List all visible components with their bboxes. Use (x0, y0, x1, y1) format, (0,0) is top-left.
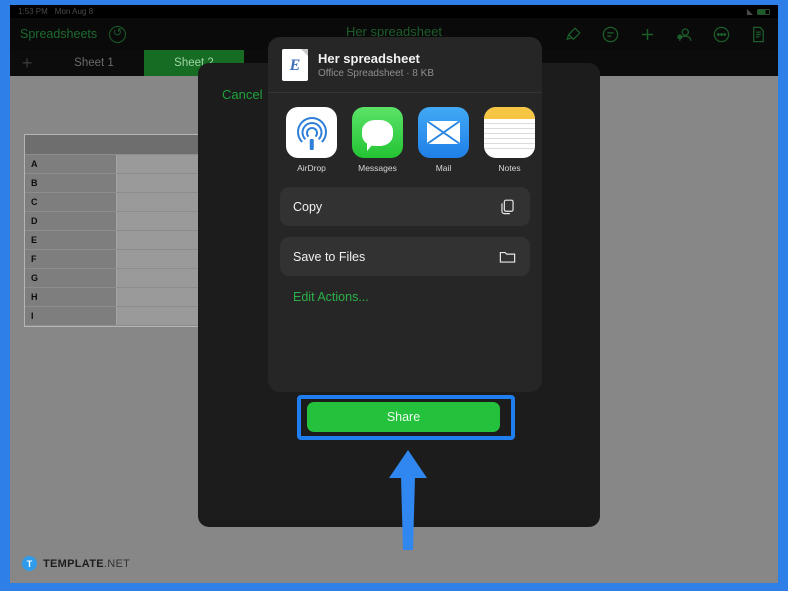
action-copy[interactable]: Copy (280, 187, 530, 226)
cancel-button[interactable]: Cancel (222, 87, 262, 102)
action-save-to-files[interactable]: Save to Files (280, 237, 530, 276)
screenshot-frame: 1:53 PM Mon Aug 8 ◣ Spreadsheets Her spr… (0, 0, 788, 591)
mail-icon (418, 107, 469, 158)
row-header: D (25, 212, 117, 230)
share-document-name: Her spreadsheet (318, 51, 420, 66)
messages-icon (352, 107, 403, 158)
edit-actions-button[interactable]: Edit Actions... (280, 287, 530, 304)
status-date: Mon Aug 8 (54, 7, 94, 16)
action-label: Copy (293, 199, 323, 214)
folder-icon (498, 247, 517, 266)
airdrop-icon (286, 107, 337, 158)
share-document-header: E Her spreadsheet Office Spreadsheet · 8… (268, 37, 542, 93)
row-header: F (25, 250, 117, 268)
sheet-tab-1[interactable]: Sheet 1 (44, 50, 144, 76)
action-label: Save to Files (293, 249, 366, 264)
excel-document-icon: E (282, 49, 308, 81)
share-target-label: AirDrop (297, 163, 326, 173)
share-target-notes[interactable]: Notes (484, 107, 535, 173)
document-icon-letter: E (289, 57, 301, 74)
watermark-text: TEMPLATE.NET (43, 557, 131, 570)
row-header: H (25, 288, 117, 306)
share-actions-list: Copy Save to Files Edit Actions... (268, 185, 542, 304)
share-targets-row[interactable]: AirDrop Messages Mail Notes (268, 93, 542, 185)
notes-icon (484, 107, 535, 158)
watermark-badge: T (22, 556, 37, 571)
share-target-messages[interactable]: Messages (352, 107, 403, 173)
share-target-label: Mail (435, 163, 452, 173)
battery-icon (757, 8, 770, 15)
status-time: 1:53 PM (18, 7, 48, 16)
watermark: T TEMPLATE.NET (22, 556, 130, 571)
row-header: G (25, 269, 117, 287)
share-target-mail[interactable]: Mail (418, 107, 469, 173)
share-target-label: Messages (358, 163, 397, 173)
row-header: A (25, 155, 117, 173)
row-header: E (25, 231, 117, 249)
row-header: I (25, 307, 117, 325)
share-target-airdrop[interactable]: AirDrop (286, 107, 337, 173)
row-header: C (25, 193, 117, 211)
up-arrow-icon (382, 448, 434, 552)
share-button[interactable]: Share (307, 402, 500, 432)
share-target-label: Notes (498, 163, 521, 173)
share-sheet-panel: E Her spreadsheet Office Spreadsheet · 8… (268, 37, 542, 392)
add-sheet-button[interactable]: + (10, 50, 44, 76)
copy-icon (498, 197, 517, 216)
row-header: B (25, 174, 117, 192)
wifi-icon: ◣ (746, 7, 753, 16)
status-bar: 1:53 PM Mon Aug 8 ◣ (10, 5, 778, 18)
ipad-screen: 1:53 PM Mon Aug 8 ◣ Spreadsheets Her spr… (10, 5, 778, 583)
share-document-subtitle: Office Spreadsheet · 8 KB (318, 68, 434, 79)
